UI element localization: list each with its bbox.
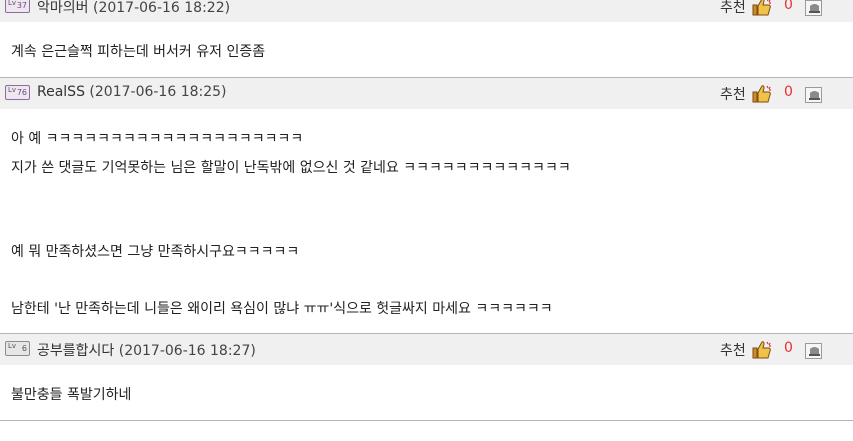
thumbs-up-icon[interactable] <box>752 0 774 17</box>
level-badge-icon: Lv 6 <box>5 341 30 356</box>
author-name[interactable]: RealSS <box>37 84 85 100</box>
recommend-count: 0 <box>784 340 793 356</box>
author-name[interactable]: 악마의버 <box>37 0 89 16</box>
comment-text: 지가 쓴 댓글도 기억못하는 님은 할말이 난독밖에 없으신 것 같네요 ㅋㅋㅋ… <box>11 160 571 176</box>
comment-text: 불만충들 폭발기하네 <box>11 387 132 403</box>
report-icon <box>809 91 820 100</box>
comment-author[interactable]: 악마의버 (2017-06-16 18:22) <box>37 0 230 17</box>
report-button[interactable] <box>805 343 822 359</box>
comment-header: Lv 76 RealSS (2017-06-16 18:25) 추천 0 <box>0 78 853 109</box>
comment-date: (2017-06-16 18:25) <box>89 84 227 100</box>
thumbs-up-icon[interactable] <box>752 340 774 360</box>
thumbs-up-icon[interactable] <box>752 84 774 104</box>
comment-text: 예 뭐 만족하셨스면 그냥 만족하시구요ㅋㅋㅋㅋㅋ <box>11 244 300 260</box>
recommend-label: 추천 <box>720 0 746 16</box>
comment-header: Lv 6 공부를합시다 (2017-06-16 18:27) 추천 0 <box>0 334 853 365</box>
comment-text: 계속 은근슬쩍 피하는데 버서커 유저 인증좀 <box>11 44 266 60</box>
comment-text: 아 예 ㅋㅋㅋㅋㅋㅋㅋㅋㅋㅋㅋㅋㅋㅋㅋㅋㅋㅋㅋㅋ <box>11 131 304 147</box>
comment-author[interactable]: 공부를합시다 (2017-06-16 18:27) <box>37 340 256 360</box>
author-name[interactable]: 공부를합시다 <box>37 343 114 359</box>
level-badge-icon: Lv 76 <box>5 85 30 100</box>
comment-header: Lv 37 악마의버 (2017-06-16 18:22) 추천 0 <box>0 0 853 22</box>
recommend-count: 0 <box>784 84 793 100</box>
comment-date: (2017-06-16 18:27) <box>118 343 256 359</box>
recommend-label: 추천 <box>720 87 746 103</box>
comment-author[interactable]: RealSS (2017-06-16 18:25) <box>37 84 227 100</box>
report-button[interactable] <box>805 87 822 103</box>
comment-text: 남한테 '난 만족하는데 니들은 왜이리 욕심이 많냐 ㅠㅠ'식으로 헛글싸지 … <box>11 301 553 317</box>
report-icon <box>809 4 820 13</box>
report-button[interactable] <box>805 0 822 16</box>
recommend-label: 추천 <box>720 343 746 359</box>
recommend-count: 0 <box>784 0 793 13</box>
comment-divider <box>0 420 853 421</box>
comment-date: (2017-06-16 18:22) <box>92 0 231 16</box>
report-icon <box>809 347 820 356</box>
level-badge-icon: Lv 37 <box>5 0 30 13</box>
